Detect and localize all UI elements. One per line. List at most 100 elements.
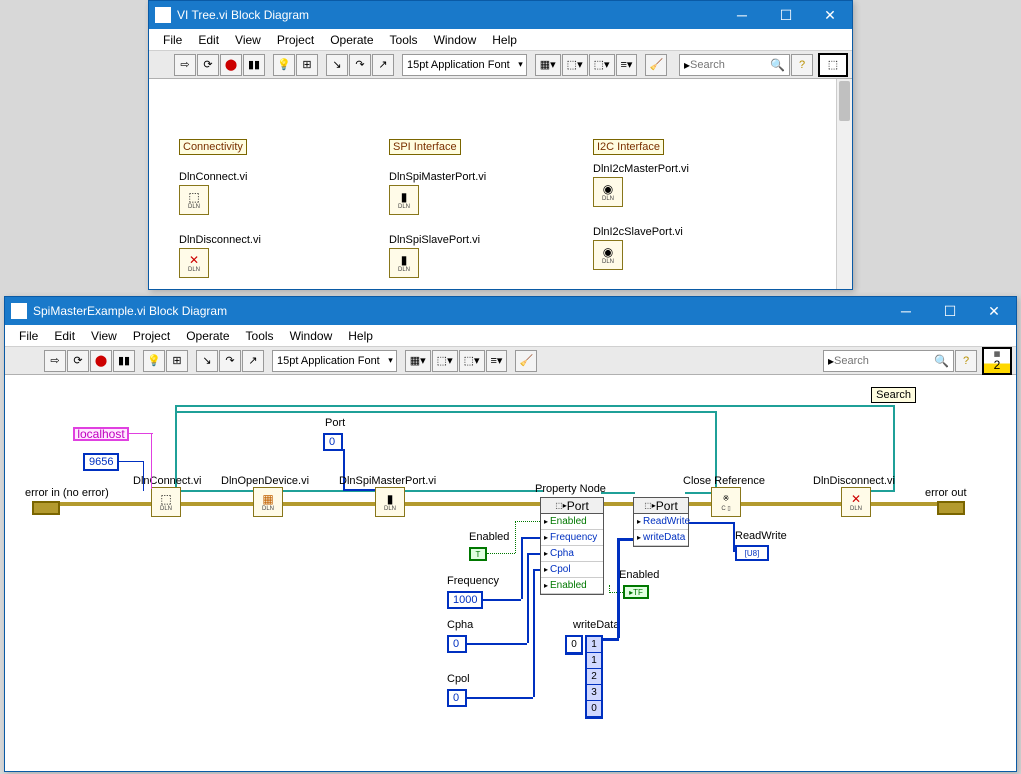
maximize-button[interactable]: ☐ — [764, 1, 808, 29]
run-cont-button[interactable]: ⟳ — [197, 54, 219, 76]
maximize-button[interactable]: ☐ — [928, 297, 972, 325]
align-button[interactable]: ▦▾ — [405, 350, 431, 372]
close-button[interactable]: ✕ — [808, 1, 852, 29]
help-button[interactable]: ? — [955, 350, 977, 372]
block-diagram-canvas[interactable]: Connectivity SPI Interface I2C Interface… — [149, 79, 852, 289]
vi-i2cmasterport[interactable]: ◉DLN — [593, 177, 623, 207]
vi-closeref[interactable]: ※C ▯ — [711, 487, 741, 517]
block-diagram-canvas[interactable]: Search localhost 9656 error in (no error… — [5, 375, 1016, 771]
search-input[interactable] — [834, 355, 934, 367]
scrollbar-thumb[interactable] — [839, 81, 850, 121]
vi-spimasterport[interactable]: ▮DLN — [389, 185, 419, 215]
step-in-button[interactable]: ↘ — [326, 54, 348, 76]
prop-readwrite[interactable]: ReadWrite — [634, 514, 688, 530]
menu-operate[interactable]: Operate — [178, 327, 237, 345]
retain-button[interactable]: ⊞ — [296, 54, 318, 76]
menu-window[interactable]: Window — [426, 31, 485, 49]
run-button[interactable]: ⇨ — [44, 350, 66, 372]
menu-operate[interactable]: Operate — [322, 31, 381, 49]
category-i2c: I2C Interface — [593, 139, 664, 155]
property-node-1[interactable]: ⬚▸ Port Enabled Frequency Cpha Cpol Enab… — [540, 497, 604, 595]
menu-project[interactable]: Project — [269, 31, 322, 49]
search-box[interactable]: ▸🔍 — [823, 350, 954, 372]
constant-cpha[interactable]: 0 — [447, 635, 467, 653]
vi-dlnconnect[interactable]: ⬚DLN — [151, 487, 181, 517]
step-in-button[interactable]: ↘ — [196, 350, 218, 372]
icon-editor[interactable]: ▦2 — [982, 347, 1012, 375]
constant-frequency[interactable]: 1000 — [447, 591, 483, 609]
search-box[interactable]: ▸🔍 — [679, 54, 790, 76]
run-cont-button[interactable]: ⟳ — [67, 350, 89, 372]
font-selector[interactable]: 15pt Application Font — [402, 54, 527, 76]
indicator-readwrite[interactable]: [U8] — [735, 545, 769, 561]
prop-cpha[interactable]: Cpha — [541, 546, 603, 562]
vi-i2cslaveport[interactable]: ◉DLN — [593, 240, 623, 270]
font-selector[interactable]: 15pt Application Font — [272, 350, 397, 372]
icon-editor[interactable]: ⬚ — [818, 53, 848, 77]
step-out-button[interactable]: ↗ — [242, 350, 264, 372]
menu-tools[interactable]: Tools — [238, 327, 282, 345]
titlebar[interactable]: ⬚ SpiMasterExample.vi Block Diagram ─ ☐ … — [5, 297, 1016, 325]
menu-project[interactable]: Project — [125, 327, 178, 345]
menu-edit[interactable]: Edit — [190, 31, 227, 49]
titlebar[interactable]: ⬚ VI Tree.vi Block Diagram ─ ☐ ✕ — [149, 1, 852, 29]
highlight-button[interactable]: 💡 — [273, 54, 295, 76]
menu-view[interactable]: View — [227, 31, 269, 49]
constant-cpol[interactable]: 0 — [447, 689, 467, 707]
menu-edit[interactable]: Edit — [46, 327, 83, 345]
highlight-button[interactable]: 💡 — [143, 350, 165, 372]
prop-writedata[interactable]: writeData — [634, 530, 688, 546]
menu-help[interactable]: Help — [340, 327, 381, 345]
constant-enabled-true[interactable]: T — [469, 547, 487, 561]
constant-9656[interactable]: 9656 — [83, 453, 119, 471]
vi-dlnconnect[interactable]: ⬚DLN — [179, 185, 209, 215]
indicator-enabled[interactable]: ▸TF — [623, 585, 649, 599]
cleanup-button[interactable]: 🧹 — [645, 54, 667, 76]
step-out-button[interactable]: ↗ — [372, 54, 394, 76]
resize-button[interactable]: ⬚▾ — [459, 350, 485, 372]
vi-spislaveport[interactable]: ▮DLN — [389, 248, 419, 278]
menu-file[interactable]: File — [11, 327, 46, 345]
resize-button[interactable]: ⬚▾ — [589, 54, 615, 76]
reorder-button[interactable]: ≡▾ — [486, 350, 508, 372]
prop-frequency[interactable]: Frequency — [541, 530, 603, 546]
vi-dlnopendevice[interactable]: ▦DLN — [253, 487, 283, 517]
menu-tools[interactable]: Tools — [382, 31, 426, 49]
constant-port[interactable]: 0 — [323, 433, 343, 451]
run-button[interactable]: ⇨ — [174, 54, 196, 76]
distribute-button[interactable]: ⬚▾ — [432, 350, 458, 372]
retain-button[interactable]: ⊞ — [166, 350, 188, 372]
vi-dlndisconnect[interactable]: ✕DLN — [179, 248, 209, 278]
minimize-button[interactable]: ─ — [884, 297, 928, 325]
minimize-button[interactable]: ─ — [720, 1, 764, 29]
menu-view[interactable]: View — [83, 327, 125, 345]
menu-window[interactable]: Window — [282, 327, 341, 345]
menu-file[interactable]: File — [155, 31, 190, 49]
help-button[interactable]: ? — [791, 54, 813, 76]
array-index[interactable]: 0 — [565, 635, 583, 655]
property-node-2[interactable]: ⬚▸ Port ReadWrite writeData — [633, 497, 689, 547]
close-button[interactable]: ✕ — [972, 297, 1016, 325]
step-over-button[interactable]: ↷ — [219, 350, 241, 372]
vi-dlnspimasterport[interactable]: ▮DLN — [375, 487, 405, 517]
align-button[interactable]: ▦▾ — [535, 54, 561, 76]
prop-enabled2[interactable]: Enabled — [541, 578, 603, 594]
search-input[interactable] — [690, 59, 770, 71]
scrollbar-vertical[interactable] — [836, 79, 852, 289]
terminal-error-out[interactable] — [937, 501, 965, 515]
array-writedata[interactable]: 1 1 2 3 0 — [585, 635, 603, 719]
abort-button[interactable]: ⬤ — [220, 54, 242, 76]
abort-button[interactable]: ⬤ — [90, 350, 112, 372]
step-over-button[interactable]: ↷ — [349, 54, 371, 76]
constant-localhost[interactable]: localhost — [73, 427, 129, 441]
prop-enabled[interactable]: Enabled — [541, 514, 603, 530]
cleanup-button[interactable]: 🧹 — [515, 350, 537, 372]
pause-button[interactable]: ▮▮ — [243, 54, 265, 76]
terminal-error-in[interactable] — [32, 501, 60, 515]
prop-cpol[interactable]: Cpol — [541, 562, 603, 578]
pause-button[interactable]: ▮▮ — [113, 350, 135, 372]
vi-dlndisconnect[interactable]: ✕DLN — [841, 487, 871, 517]
reorder-button[interactable]: ≡▾ — [616, 54, 638, 76]
distribute-button[interactable]: ⬚▾ — [562, 54, 588, 76]
menu-help[interactable]: Help — [484, 31, 525, 49]
